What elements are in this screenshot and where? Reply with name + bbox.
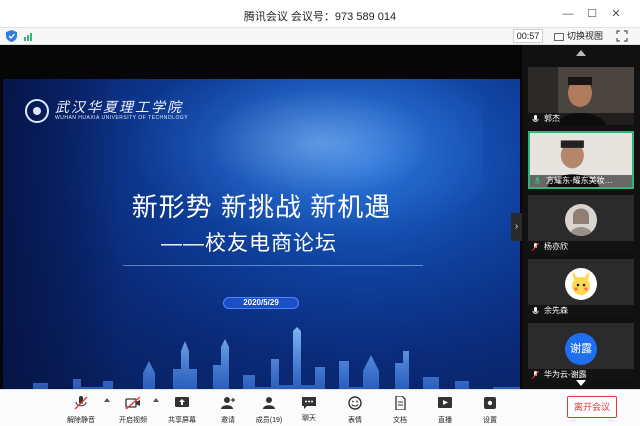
leave-meeting-button[interactable]: 离开会议 — [567, 396, 617, 418]
participant-name: 华为云-谢露 — [544, 370, 587, 379]
documents-label: 文档 — [393, 417, 407, 424]
start-video-button[interactable]: 开启视频 — [110, 394, 156, 424]
participant-tile[interactable]: 郭杰 — [528, 67, 634, 125]
emoji-icon — [348, 396, 362, 410]
mic-muted-icon — [532, 371, 539, 379]
start-video-label: 开启视频 — [119, 417, 147, 424]
participant-name: 余先森 — [544, 306, 568, 315]
live-stream-icon — [438, 397, 452, 408]
close-icon[interactable]: ✕ — [608, 6, 624, 22]
gear-icon — [484, 397, 496, 409]
invite-label: 邀请 — [221, 417, 235, 424]
fullscreen-icon[interactable] — [616, 30, 628, 42]
scroll-up-icon[interactable] — [576, 50, 586, 56]
shared-screen: 武汉华夏理工学院 WUHAN HUAXIA UNIVERSITY OF TECH… — [0, 45, 522, 401]
documents-button[interactable]: 文档 — [377, 394, 423, 424]
grid-view-icon — [554, 32, 564, 41]
live-button[interactable]: 直播 — [422, 394, 468, 424]
invite-button[interactable]: 邀请 — [205, 394, 251, 424]
emoji-button[interactable]: 表情 — [332, 394, 378, 424]
share-screen-icon — [175, 397, 189, 407]
emoji-label: 表情 — [348, 417, 362, 424]
participant-tile[interactable]: 谢露 华为云-谢露 — [528, 323, 634, 381]
chat-label: 聊天 — [302, 415, 316, 422]
slide-date-badge: 2020/5/29 — [223, 297, 299, 309]
participant-name: 郭杰 — [544, 114, 560, 123]
status-bar: 00:57 切换视图 — [0, 28, 640, 45]
unmute-label: 解除静音 — [67, 417, 95, 424]
unmute-button[interactable]: 解除静音 — [58, 394, 104, 424]
slide-subtitle: ——校友电商论坛 — [161, 232, 337, 255]
slide-headline: 新形势 新挑战 新机遇 — [131, 192, 392, 222]
mic-icon — [532, 115, 539, 122]
maximize-icon[interactable]: ☐ — [584, 6, 600, 22]
add-user-icon — [221, 397, 235, 409]
share-screen-button[interactable]: 共享屏幕 — [159, 394, 205, 424]
share-screen-label: 共享屏幕 — [168, 417, 196, 424]
chat-button[interactable]: 聊天 — [286, 394, 332, 424]
participant-name: 方耀东-耀东美妆… — [546, 176, 613, 185]
school-logo-icon — [25, 99, 49, 123]
title-bar: 腾讯会议 会议号：973 589 014 — ☐ ✕ — [0, 0, 640, 28]
switch-view-label: 切换视图 — [567, 31, 604, 41]
settings-label: 设置 — [483, 417, 497, 424]
avatar: 谢露 — [565, 333, 597, 365]
members-icon — [263, 397, 275, 409]
shield-icon[interactable] — [6, 30, 17, 42]
mic-icon — [534, 177, 541, 184]
camera-off-icon — [125, 396, 141, 410]
scroll-down-icon[interactable] — [576, 380, 586, 386]
mic-muted-icon — [532, 243, 539, 251]
slide-divider — [123, 265, 423, 266]
avatar — [565, 268, 597, 300]
participant-tile[interactable]: 余先森 — [528, 259, 634, 317]
mic-muted-icon — [74, 396, 88, 410]
avatar — [565, 204, 597, 236]
school-name-en: WUHAN HUAXIA UNIVERSITY OF TECHNOLOGY — [55, 115, 189, 121]
window-title: 腾讯会议 会议号：973 589 014 — [243, 11, 397, 23]
presentation-slide: 武汉华夏理工学院 WUHAN HUAXIA UNIVERSITY OF TECH… — [3, 79, 520, 401]
document-icon — [395, 396, 406, 410]
meeting-timer: 00:57 — [513, 29, 543, 43]
participant-name: 杨亦欣 — [544, 242, 568, 251]
expand-panel-button[interactable]: › — [511, 213, 522, 241]
live-label: 直播 — [438, 417, 452, 424]
participant-tile[interactable]: 杨亦欣 — [528, 195, 634, 253]
school-name-cn: 武汉华夏理工学院 — [55, 100, 183, 116]
mic-icon — [532, 307, 539, 314]
minimize-icon[interactable]: — — [560, 6, 576, 22]
meeting-toolbar: 解除静音 开启视频 共享屏幕 邀请 成员(19) 聊天 表情 文档 直播 设置 … — [0, 389, 640, 426]
settings-button[interactable]: 设置 — [467, 394, 513, 424]
participant-tile-active[interactable]: 方耀东-耀东美妆… — [528, 131, 634, 189]
chat-icon — [302, 397, 316, 409]
signal-icon — [24, 33, 32, 41]
switch-view-button[interactable]: 切换视图 — [554, 29, 603, 43]
